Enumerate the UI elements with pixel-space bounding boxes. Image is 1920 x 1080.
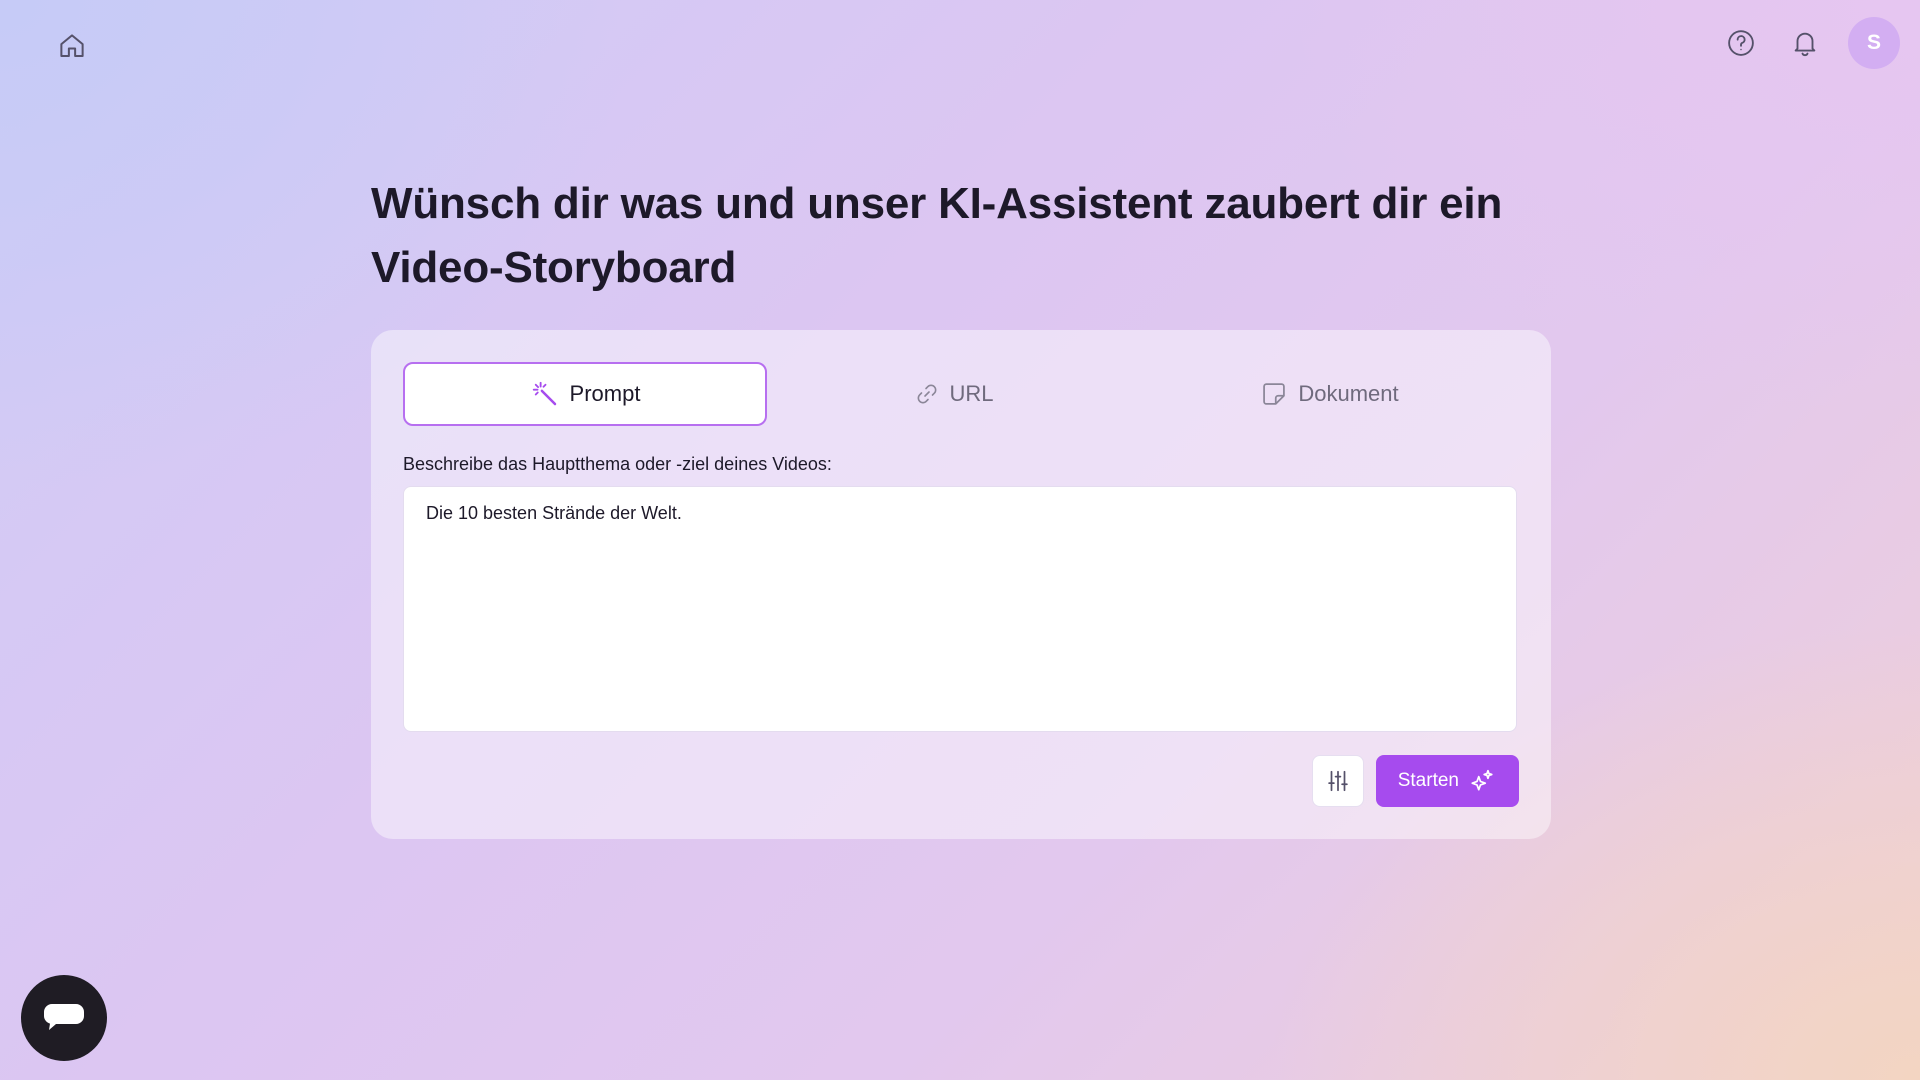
card-actions: Starten — [1311, 755, 1519, 807]
tab-document[interactable]: Dokument — [1142, 362, 1517, 426]
tab-url-label: URL — [949, 381, 994, 406]
start-button[interactable]: Starten — [1375, 755, 1519, 807]
link-icon — [915, 382, 939, 406]
tab-prompt[interactable]: Prompt — [403, 362, 767, 426]
chat-bubble-icon — [44, 1004, 84, 1030]
home-button[interactable] — [52, 26, 92, 66]
user-avatar[interactable]: S — [1848, 17, 1900, 69]
chat-launcher-button[interactable] — [21, 975, 107, 1061]
magic-wand-icon — [530, 379, 560, 409]
top-right-toolbar: S — [1720, 17, 1900, 69]
question-circle-icon — [1728, 30, 1754, 56]
input-mode-tabs: Prompt URL Dokument — [403, 362, 1517, 426]
settings-button[interactable] — [1311, 755, 1364, 807]
prompt-label: Beschreibe das Hauptthema oder -ziel dei… — [403, 454, 832, 474]
start-button-label: Starten — [1397, 770, 1459, 791]
storyboard-card: Prompt URL Dokument Beschreibe das Haupt… — [371, 330, 1551, 839]
bell-icon — [1794, 32, 1816, 57]
help-button[interactable] — [1720, 22, 1762, 64]
sliders-icon — [1327, 770, 1348, 792]
tab-url[interactable]: URL — [767, 362, 1142, 426]
tab-prompt-label: Prompt — [569, 381, 641, 406]
notifications-button[interactable] — [1784, 22, 1826, 64]
page-title: Wünsch dir was und unser KI-Assistent za… — [371, 179, 1503, 292]
home-icon — [60, 34, 84, 57]
sparkles-icon — [1471, 769, 1493, 791]
tab-document-label: Dokument — [1298, 381, 1399, 406]
document-icon — [1260, 380, 1288, 408]
prompt-input[interactable]: Die 10 besten Strände der Welt. — [403, 486, 1517, 732]
